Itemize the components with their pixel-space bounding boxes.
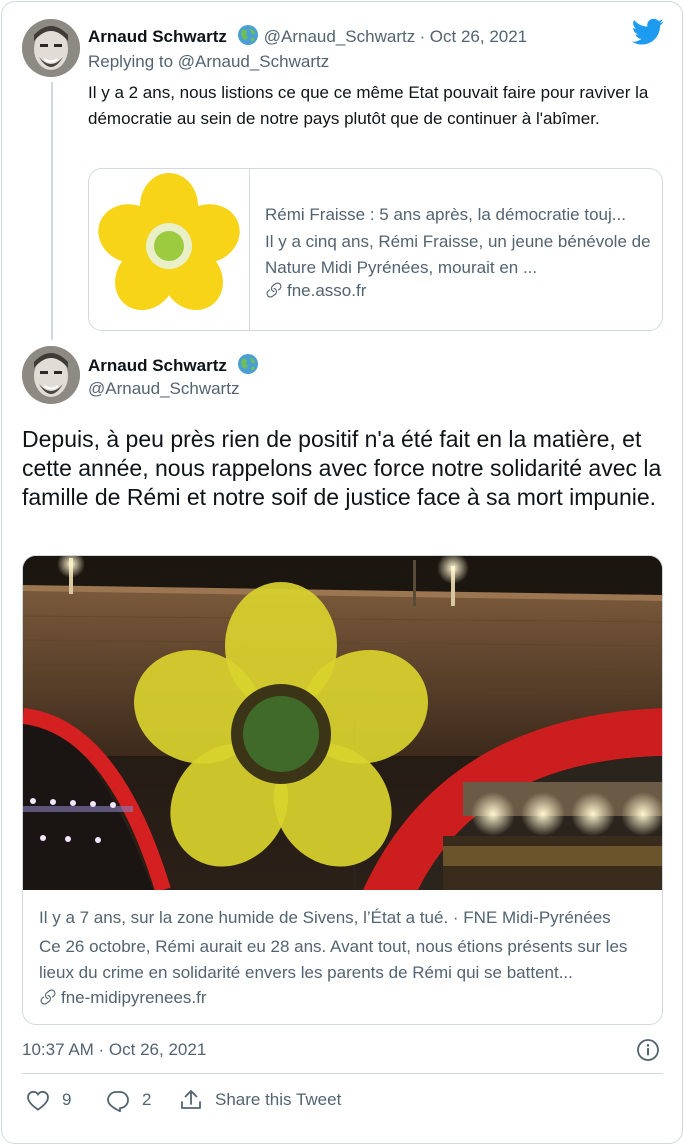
reply-bubble-icon — [107, 1091, 129, 1112]
link-card-domain: fne.asso.fr — [287, 281, 367, 300]
author-handle[interactable]: @Arnaud_Schwartz — [88, 379, 239, 399]
main-tweet-text: Depuis, à peu près rien de positif n'a é… — [22, 426, 662, 510]
link-card[interactable]: Rémi Fraisse : 5 ans après, la démocrati… — [88, 168, 663, 331]
quoted-tweet-text: Il y a 2 ans, nous listions ce que ce mê… — [88, 83, 649, 128]
like-count: 9 — [62, 1090, 72, 1109]
info-icon[interactable] — [636, 1038, 660, 1062]
share-label: Share this Tweet — [215, 1090, 342, 1109]
link-icon — [266, 282, 282, 298]
replying-to-label: Replying to — [88, 52, 178, 71]
main-tweet-author: Arnaud Schwartz — [88, 353, 259, 376]
link-card-description: Ce 26 octobre, Rémi aurait eu 28 ans. Av… — [39, 937, 628, 982]
thread-connector — [51, 82, 53, 340]
globe-emoji-icon — [238, 354, 259, 374]
reply-button[interactable]: 2 — [106, 1088, 151, 1112]
replying-to-handle[interactable]: @Arnaud_Schwartz — [178, 52, 329, 71]
author-name[interactable]: Arnaud Schwartz — [88, 356, 227, 375]
twitter-bird-icon[interactable] — [632, 18, 664, 46]
link-card-description: Il y a cinq ans, Rémi Fraisse, un jeune … — [265, 232, 651, 277]
reply-count: 2 — [142, 1090, 152, 1109]
author-name[interactable]: Arnaud Schwartz — [88, 27, 227, 46]
link-card-domain-row: fne.asso.fr — [265, 281, 366, 301]
share-button[interactable]: Share this Tweet — [179, 1088, 341, 1112]
divider — [22, 1073, 663, 1074]
replying-to: Replying to @Arnaud_Schwartz — [88, 52, 329, 72]
link-card-domain: fne-midipyrenees.fr — [61, 988, 207, 1007]
dot-separator: · — [419, 27, 426, 46]
link-card-image — [23, 556, 662, 890]
link-card[interactable]: Il y a 7 ans, sur la zone humide de Sive… — [22, 555, 663, 1025]
link-card-title: Il y a 7 ans, sur la zone humide de Sive… — [39, 908, 611, 927]
globe-emoji-icon — [238, 25, 259, 45]
tweet-timestamp[interactable]: 10:37 AM · Oct 26, 2021 — [22, 1040, 206, 1060]
author-handle[interactable]: @Arnaud_Schwartz — [264, 27, 415, 46]
tweet-embed: Arnaud Schwartz @Arnaud_Schwartz · Oct 2… — [1, 1, 683, 1144]
share-upload-icon — [181, 1090, 201, 1109]
link-card-domain-row: fne-midipyrenees.fr — [39, 988, 207, 1008]
heart-icon — [27, 1090, 49, 1111]
link-card-thumbnail — [89, 169, 250, 330]
avatar[interactable] — [22, 19, 80, 77]
tweet-date[interactable]: Oct 26, 2021 — [430, 27, 527, 46]
bridge-projection-image — [23, 556, 662, 890]
link-card-title: Rémi Fraisse : 5 ans après, la démocrati… — [265, 205, 626, 224]
avatar[interactable] — [22, 346, 80, 404]
link-icon — [40, 989, 56, 1005]
buttercup-flower-image — [98, 173, 240, 311]
quoted-tweet-header: Arnaud Schwartz @Arnaud_Schwartz · Oct 2… — [88, 24, 527, 47]
like-button[interactable]: 9 — [26, 1088, 71, 1112]
